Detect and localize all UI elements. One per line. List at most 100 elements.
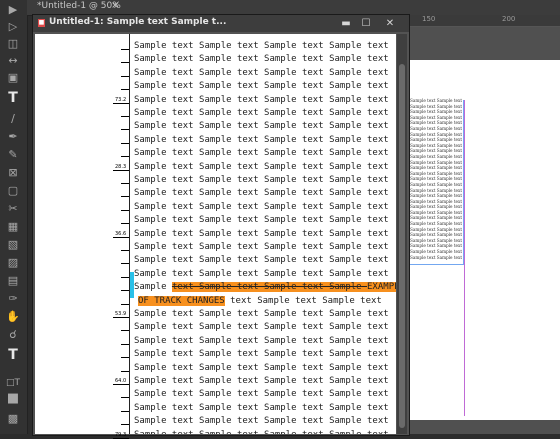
story-line: Sample text Sample text Sample text Samp… (130, 107, 396, 120)
page-tool-icon[interactable]: ◫ (4, 37, 22, 51)
margin-guide (464, 100, 465, 416)
story-line: Sample text Sample text Sample text Samp… (130, 308, 396, 321)
tools-panel: ▶ ▷ ◫ ↔ ▣ T ∕ ✒ ✎ ⊠ ▢ ✂ ▦ ▧ ▨ ▤ ✑ ✋ ☌ T … (0, 0, 28, 434)
gap-tool-icon[interactable]: ↔ (4, 54, 22, 68)
line-text: Sample text Sample text Sample text Samp… (134, 255, 389, 266)
story-line: Sample text Sample text Sample text Samp… (130, 429, 396, 434)
ruler-tick (121, 49, 129, 50)
ruler-tick-long (113, 384, 129, 385)
hand-tool-icon[interactable]: ✋ (4, 310, 22, 324)
content-collector-icon[interactable]: ▣ (4, 71, 22, 85)
selection-icon[interactable]: ▶ (4, 3, 22, 17)
story-text-area[interactable]: Sample text Sample text Sample text Samp… (130, 34, 396, 434)
story-line: Sample text Sample text Sample text Samp… (130, 388, 396, 401)
story-line: Sample text Sample text Sample text Samp… (130, 147, 396, 160)
line-text: Sample text Sample text Sample text Samp… (134, 335, 389, 346)
ruler-tick (121, 116, 129, 117)
scissors-icon[interactable]: ✂ (4, 202, 22, 216)
type-tool-icon[interactable]: T (4, 91, 22, 105)
story-line: Sample text Sample text Sample text Samp… (130, 80, 396, 93)
minimize-button[interactable]: ▬ (337, 15, 355, 32)
rectangle-tool-icon[interactable]: ▢ (4, 184, 22, 198)
story-editor-title: Untitled-1: Sample text Sample t... (49, 17, 227, 27)
normal-view-icon[interactable]: ■ (4, 392, 22, 406)
ruler-tick (121, 276, 129, 278)
ruler-tick-long (113, 236, 129, 238)
page-text-line: Sample text Sample text (410, 254, 462, 260)
page-text-line: Sample text Sample text (410, 153, 462, 159)
ruler-tick (121, 142, 129, 144)
note-tool-icon[interactable]: ▤ (4, 274, 22, 288)
close-button[interactable]: ✕ (381, 15, 399, 32)
line-text: Sample text Sample text Sample text Samp… (134, 242, 389, 252)
line-text: Sample text Sample text Sample text Samp… (134, 175, 389, 185)
line-text: Sample text Sample text Sample text Samp… (134, 228, 389, 239)
scrollbar-thumb[interactable] (399, 64, 405, 428)
gradient-swatch-icon[interactable]: ▧ (4, 238, 22, 252)
story-editor-titlebar[interactable]: ■ Untitled-1: Sample text Sample t... ▬ … (33, 15, 409, 32)
change-bar (130, 272, 134, 298)
line-text: Sample text Sample text Sample text Samp… (134, 54, 389, 65)
story-line: Sample text Sample text Sample text Samp… (130, 268, 396, 281)
line-text: Sample text Sample text Sample text Samp… (134, 215, 389, 226)
page-text-line: Sample text Sample text (410, 193, 462, 199)
story-line: Sample text Sample text Sample text Samp… (130, 161, 396, 174)
inserted-text: EXAMPLE (367, 282, 396, 293)
ruler-tick (121, 75, 129, 77)
line-text: Sample text Sample text Sample text Samp… (134, 81, 389, 92)
ruler-label: 200 (502, 15, 516, 23)
story-line: Sample text Sample text Sample text Samp… (130, 214, 396, 227)
tracked-change-line: Sample text Sample text Sample text Samp… (134, 281, 396, 294)
line-text: Sample text Sample text Sample text Samp… (134, 362, 389, 373)
close-tab-icon[interactable]: × (111, 0, 119, 11)
pen-tool-icon[interactable]: ✒ (4, 130, 22, 144)
ruler-tick (121, 343, 129, 345)
story-editor-window: ■ Untitled-1: Sample text Sample t... ▬ … (32, 14, 410, 439)
ruler-tick (121, 424, 129, 426)
story-line: Sample text Sample text Sample text Samp… (130, 201, 396, 214)
fill-stroke-icon[interactable]: T (4, 348, 22, 362)
maximize-button[interactable]: ☐ (357, 15, 375, 32)
line-text: Sample text Sample text Sample text Samp… (134, 121, 389, 132)
story-line: Sample text Sample text Sample text Samp… (130, 40, 396, 53)
formatting-affects-icon[interactable]: □T (4, 376, 22, 390)
page-text-frame[interactable]: Sample text Sample text Sample text Sampl… (410, 98, 462, 260)
line-text: Sample text Sample text Sample text Samp… (134, 429, 389, 434)
ruler-tick (121, 410, 129, 412)
line-text: Sample text Sample text Sample text Samp… (134, 376, 389, 386)
info-column: 73.2 28.3 36.6 53.9 64.0 79.3 (35, 34, 131, 439)
ruler-tick (121, 290, 129, 292)
line-tool-icon[interactable]: ∕ (4, 112, 22, 126)
line-text: Sample text Sample text Sample text Samp… (134, 416, 389, 427)
document-tab[interactable]: *Untitled-1 @ 50% (37, 1, 121, 11)
vertical-scrollbar[interactable] (397, 34, 407, 434)
direct-selection-icon[interactable]: ▷ (4, 20, 22, 34)
screen-mode-icon[interactable]: ▩ (4, 412, 22, 426)
story-line: Sample text Sample text Sample text Samp… (130, 348, 396, 361)
line-text: Sample text Sample text Sample text Samp… (134, 94, 389, 105)
ruler-tick (121, 89, 129, 91)
pencil-tool-icon[interactable]: ✎ (4, 148, 22, 162)
story-line: Sample text Sample text Sample text Samp… (130, 174, 396, 187)
zoom-tool-icon[interactable]: ☌ (4, 328, 22, 342)
line-text: text Sample text Sample text (224, 295, 382, 306)
page-text-line: Sample text Sample text (410, 98, 462, 103)
free-transform-icon[interactable]: ▦ (4, 220, 22, 234)
eyedropper-icon[interactable]: ✑ (4, 292, 22, 306)
line-text: Sample text Sample text Sample text Samp… (134, 349, 389, 360)
story-line: Sample text Sample text Sample text Samp… (130, 134, 396, 147)
gradient-feather-icon[interactable]: ▨ (4, 256, 22, 270)
line-text: Sample text Sample text Sample text Samp… (134, 402, 389, 413)
deleted-text: text Sample text Sample text Sample (171, 282, 362, 293)
rectangle-frame-icon[interactable]: ⊠ (4, 166, 22, 180)
ruler-tick (121, 196, 129, 198)
line-text: Sample text Sample text Sample text Samp… (134, 67, 389, 78)
document-icon: ■ (38, 19, 45, 27)
page-text-line: Sample text Sample text (410, 165, 462, 171)
line-text: Sample text Sample text Sample text Samp… (134, 322, 389, 333)
ruler-tick (121, 223, 129, 225)
line-text: Sample text Sample text Sample text Samp… (134, 41, 389, 51)
ruler-tick (121, 209, 129, 211)
page-text-line: Sample text Sample text (410, 249, 462, 255)
document-page: Sample text Sample text Sample text Sampl… (410, 60, 560, 420)
